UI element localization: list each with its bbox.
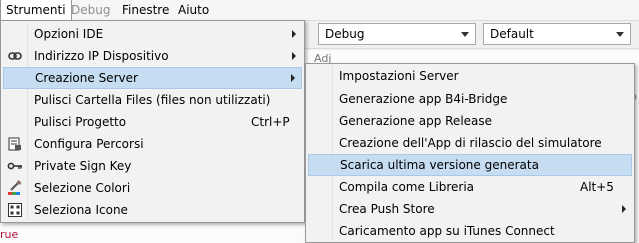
menu-item-selezione-colori[interactable]: Selezione Colori xyxy=(3,177,302,199)
menu-item-label: Seleziona Icone xyxy=(34,203,128,217)
chevron-right-icon xyxy=(292,52,296,60)
menu-item-shortcut: Ctrl+P xyxy=(251,115,290,129)
menu-item-label: Creazione Server xyxy=(35,71,138,85)
icon-grid-icon xyxy=(7,202,23,218)
submenu-item-scarica-ultima[interactable]: Scarica ultima versione generata xyxy=(308,154,632,176)
chevron-down-icon xyxy=(461,32,469,37)
menu-item-shortcut: Alt+5 xyxy=(580,180,614,194)
menu-item-label: Private Sign Key xyxy=(34,159,132,173)
submenu-item-compila-libreria[interactable]: Compila come Libreria Alt+5 xyxy=(308,176,632,198)
menu-item-label: Selezione Colori xyxy=(34,181,131,195)
menu-aiuto[interactable]: Aiuto xyxy=(173,0,214,20)
submenu-item-impostazioni-server[interactable]: Impostazioni Server xyxy=(308,65,632,87)
submenu-item-itunes-connect[interactable]: Caricamento app su iTunes Connect xyxy=(308,220,632,242)
menu-item-seleziona-icone[interactable]: Seleziona Icone xyxy=(3,199,302,221)
menu-bar: Strumenti Debug Finestre Aiuto xyxy=(0,0,639,21)
menu-item-opzioni-ide[interactable]: Opzioni IDE xyxy=(3,23,302,45)
chevron-right-icon xyxy=(291,74,295,82)
menu-item-label: Caricamento app su iTunes Connect xyxy=(339,224,555,238)
menu-item-pulisci-progetto[interactable]: Pulisci Progetto Ctrl+P xyxy=(3,111,302,133)
menu-item-label: Pulisci Cartella Files (files non utiliz… xyxy=(34,93,271,107)
configure-paths-icon xyxy=(7,136,23,152)
build-config-value: Debug xyxy=(325,27,365,41)
submenu-item-b4i-bridge[interactable]: Generazione app B4i-Bridge xyxy=(308,88,632,110)
strumenti-menu: Opzioni IDE Indirizzo IP Dispositivo Cre… xyxy=(0,20,305,223)
menu-item-label: Impostazioni Server xyxy=(339,69,459,83)
menu-item-label: Generazione app B4i-Bridge xyxy=(339,92,508,106)
link-icon xyxy=(7,48,23,64)
menu-item-configura-percorsi[interactable]: Configura Percorsi xyxy=(3,133,302,155)
theme-combo[interactable]: Default xyxy=(483,23,631,45)
menu-item-label: Generazione app Release xyxy=(339,114,493,128)
build-config-combo[interactable]: Debug xyxy=(318,23,476,45)
menu-item-label: Compila come Libreria xyxy=(339,180,474,194)
menu-finestre[interactable]: Finestre xyxy=(117,0,174,20)
menu-item-label: Indirizzo IP Dispositivo xyxy=(34,49,169,63)
menu-item-label: Scarica ultima versione generata xyxy=(340,158,539,172)
key-icon xyxy=(7,158,23,174)
menu-item-indirizzo-ip[interactable]: Indirizzo IP Dispositivo xyxy=(3,45,302,67)
submenu-item-push-store[interactable]: Crea Push Store xyxy=(308,198,632,220)
chevron-down-icon xyxy=(616,32,624,37)
menu-item-label: Opzioni IDE xyxy=(34,27,104,41)
theme-value: Default xyxy=(490,27,534,41)
menu-item-pulisci-cartella[interactable]: Pulisci Cartella Files (files non utiliz… xyxy=(3,89,302,111)
menu-item-private-sign-key[interactable]: Private Sign Key xyxy=(3,155,302,177)
menu-item-creazione-server[interactable]: Creazione Server xyxy=(3,67,302,89)
creazione-server-submenu: Impostazioni Server Generazione app B4i-… xyxy=(305,63,635,243)
chevron-right-icon xyxy=(622,205,626,213)
menu-item-label: Crea Push Store xyxy=(339,202,435,216)
editor-code-text: rue xyxy=(0,228,19,241)
menu-item-label: Creazione dell'App di rilascio del simul… xyxy=(339,136,602,150)
chevron-right-icon xyxy=(292,30,296,38)
menu-item-label: Pulisci Progetto xyxy=(34,115,127,129)
menu-item-label: Configura Percorsi xyxy=(34,137,144,151)
submenu-item-release[interactable]: Generazione app Release xyxy=(308,110,632,132)
menu-strumenti[interactable]: Strumenti xyxy=(0,0,72,20)
menu-debug[interactable]: Debug xyxy=(66,0,115,20)
submenu-item-simulatore[interactable]: Creazione dell'App di rilascio del simul… xyxy=(308,132,632,154)
color-picker-icon xyxy=(7,180,23,196)
